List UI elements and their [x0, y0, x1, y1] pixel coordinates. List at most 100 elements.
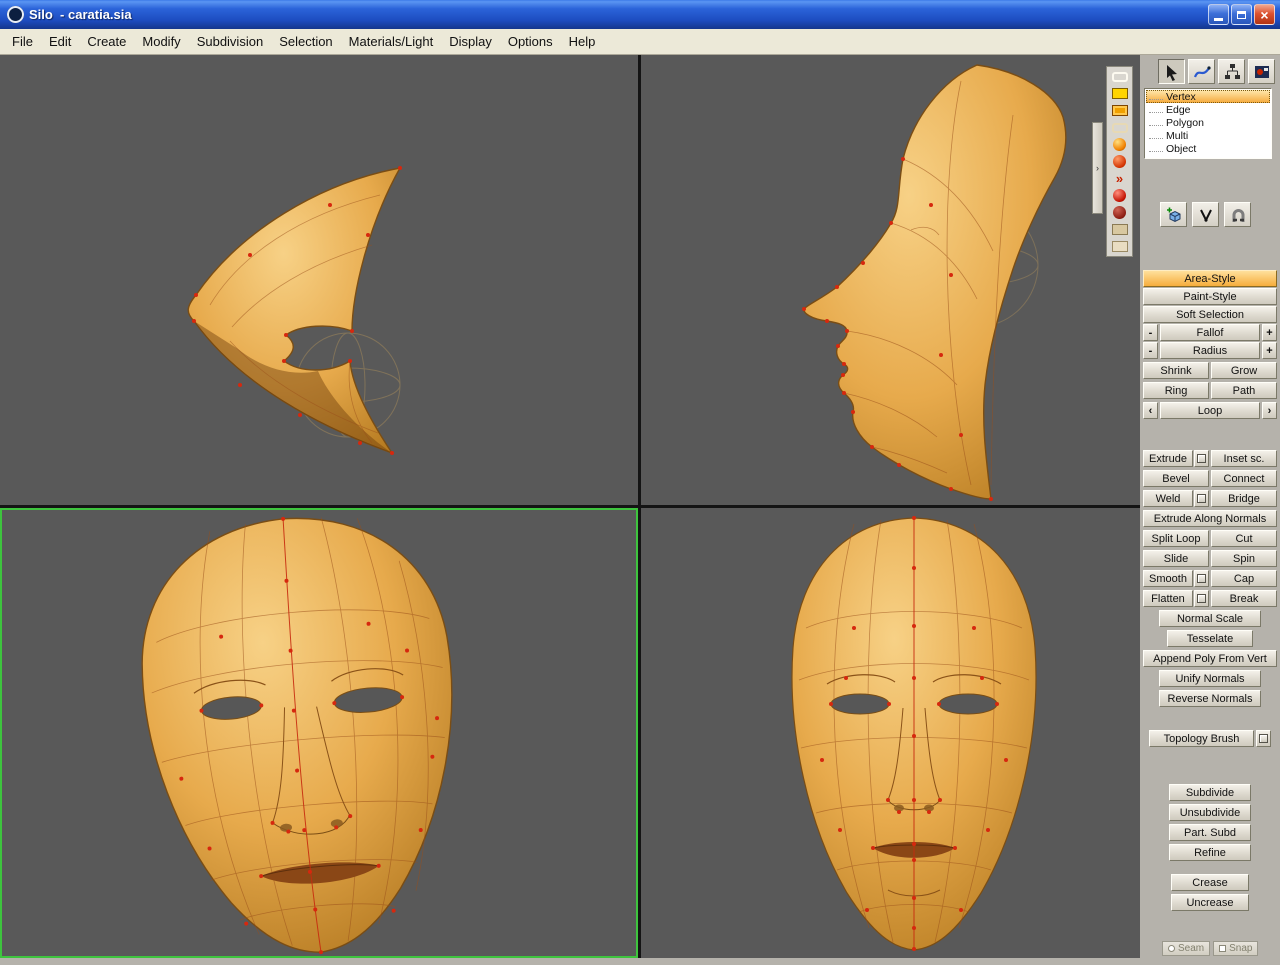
frame2-icon [1111, 122, 1128, 133]
menu-create[interactable]: Create [79, 31, 134, 52]
menu-help[interactable]: Help [561, 31, 604, 52]
bottom-strip [0, 958, 1140, 965]
mode-object[interactable]: Object [1146, 142, 1270, 155]
menu-materials-light[interactable]: Materials/Light [341, 31, 442, 52]
tan-swatch[interactable] [1109, 222, 1131, 237]
tan-square-icon [1111, 224, 1128, 235]
seam-toggle[interactable]: Seam [1162, 941, 1211, 956]
bevel-button[interactable]: Bevel [1143, 470, 1209, 487]
add-primitive-button[interactable] [1160, 202, 1187, 227]
flatten-button[interactable]: Flatten [1143, 590, 1193, 607]
cut-button[interactable]: Cut [1211, 530, 1277, 547]
topology-brush-button[interactable]: Topology Brush [1149, 730, 1254, 747]
orange-sphere-swatch[interactable] [1109, 137, 1131, 152]
mode-multi[interactable]: Multi [1146, 129, 1270, 142]
uncrease-button[interactable]: Uncrease [1171, 894, 1249, 911]
option-box-icon [1197, 594, 1206, 603]
extrude-button[interactable]: Extrude [1143, 450, 1193, 467]
viewport-side-view[interactable] [641, 55, 1140, 505]
yellow-swatch[interactable] [1109, 86, 1131, 101]
seam-radio-icon [1168, 945, 1175, 952]
grow-button[interactable]: Grow [1211, 362, 1277, 379]
select-tool-button[interactable] [1158, 59, 1185, 84]
topology-brush-options-button[interactable] [1256, 730, 1271, 747]
extrude-along-normals-button[interactable]: Extrude Along Normals [1143, 510, 1277, 527]
loop-button[interactable]: Loop [1160, 402, 1260, 419]
perspective-view-model [141, 516, 453, 955]
connect-button[interactable]: Connect [1211, 470, 1277, 487]
subdivide-button[interactable]: Subdivide [1169, 784, 1251, 801]
mode-edge[interactable]: Edge [1146, 103, 1270, 116]
path-button[interactable]: Path [1211, 382, 1277, 399]
minimize-button[interactable] [1208, 4, 1229, 25]
unify-normals-button[interactable]: Unify Normals [1159, 670, 1261, 687]
frame-swatch[interactable] [1109, 120, 1131, 135]
dark-red-sphere-swatch[interactable] [1109, 205, 1131, 220]
loop-next-button[interactable]: › [1262, 402, 1277, 419]
spin-button[interactable]: Spin [1211, 550, 1277, 567]
manipulator-button[interactable] [1192, 202, 1219, 227]
tree-dots [1149, 133, 1163, 139]
titlebar[interactable]: Silo - caratia.sia × [0, 0, 1280, 29]
refine-button[interactable]: Refine [1169, 844, 1251, 861]
orange-swatch[interactable] [1109, 103, 1131, 118]
viewport-perspective-view-active[interactable] [0, 508, 638, 958]
snap-toggle[interactable]: Snap [1213, 941, 1259, 956]
tesselate-button[interactable]: Tesselate [1167, 630, 1253, 647]
flatten-options-button[interactable] [1194, 590, 1209, 607]
swatch-overflow-chevrons[interactable]: » [1109, 171, 1131, 186]
split-loop-button[interactable]: Split Loop [1143, 530, 1209, 547]
red-orange-sphere-swatch[interactable] [1109, 154, 1131, 169]
viewport-front-view[interactable] [641, 508, 1140, 958]
normal-scale-button[interactable]: Normal Scale [1159, 610, 1261, 627]
tweak-brush-tool-button[interactable] [1188, 59, 1215, 84]
radius-minus-button[interactable]: - [1143, 342, 1158, 359]
extrude-options-button[interactable] [1194, 450, 1209, 467]
soft-selection-button[interactable]: Soft Selection [1143, 306, 1277, 323]
close-button[interactable]: × [1254, 4, 1275, 25]
material-editor-tool-button[interactable] [1248, 59, 1275, 84]
palette-collapse-handle[interactable]: › [1092, 122, 1103, 214]
append-poly-from-vert-button[interactable]: Append Poly From Vert [1143, 650, 1277, 667]
partial-subdivide-button[interactable]: Part. Subd [1169, 824, 1251, 841]
unsubdivide-button[interactable]: Unsubdivide [1169, 804, 1251, 821]
crease-button[interactable]: Crease [1171, 874, 1249, 891]
magnet-snap-button[interactable] [1224, 202, 1251, 227]
weld-options-button[interactable] [1194, 490, 1209, 507]
fallof-minus-button[interactable]: - [1143, 324, 1158, 341]
manipulator-icon [1199, 209, 1212, 222]
shrink-button[interactable]: Shrink [1143, 362, 1209, 379]
break-button[interactable]: Break [1211, 590, 1277, 607]
slide-button[interactable]: Slide [1143, 550, 1209, 567]
light-tan-swatch[interactable] [1109, 239, 1131, 254]
menu-display[interactable]: Display [441, 31, 500, 52]
cap-button[interactable]: Cap [1211, 570, 1277, 587]
radius-button[interactable]: Radius [1160, 342, 1260, 359]
smooth-options-button[interactable] [1194, 570, 1209, 587]
loop-prev-button[interactable]: ‹ [1143, 402, 1158, 419]
area-style-button[interactable]: Area-Style [1143, 270, 1277, 287]
smooth-button[interactable]: Smooth [1143, 570, 1193, 587]
maximize-button[interactable] [1231, 4, 1252, 25]
glossy-red-sphere-swatch[interactable] [1109, 188, 1131, 203]
fallof-button[interactable]: Fallof [1160, 324, 1260, 341]
radius-plus-button[interactable]: + [1262, 342, 1277, 359]
hierarchy-tool-button[interactable] [1218, 59, 1245, 84]
menu-edit[interactable]: Edit [41, 31, 79, 52]
weld-button[interactable]: Weld [1143, 490, 1193, 507]
bridge-button[interactable]: Bridge [1211, 490, 1277, 507]
menu-subdivision[interactable]: Subdivision [189, 31, 272, 52]
menu-file[interactable]: File [4, 31, 41, 52]
mode-polygon[interactable]: Polygon [1146, 116, 1270, 129]
fallof-plus-button[interactable]: + [1262, 324, 1277, 341]
menu-modify[interactable]: Modify [134, 31, 188, 52]
inset-scale-button[interactable]: Inset sc. [1211, 450, 1277, 467]
menu-selection[interactable]: Selection [271, 31, 340, 52]
mode-vertex[interactable]: Vertex [1146, 90, 1270, 103]
paint-style-button[interactable]: Paint-Style [1143, 288, 1277, 305]
menu-options[interactable]: Options [500, 31, 561, 52]
ring-button[interactable]: Ring [1143, 382, 1209, 399]
reverse-normals-button[interactable]: Reverse Normals [1159, 690, 1261, 707]
wireframe-frame-swatch[interactable] [1109, 69, 1131, 84]
viewport-top-view[interactable] [0, 55, 638, 505]
